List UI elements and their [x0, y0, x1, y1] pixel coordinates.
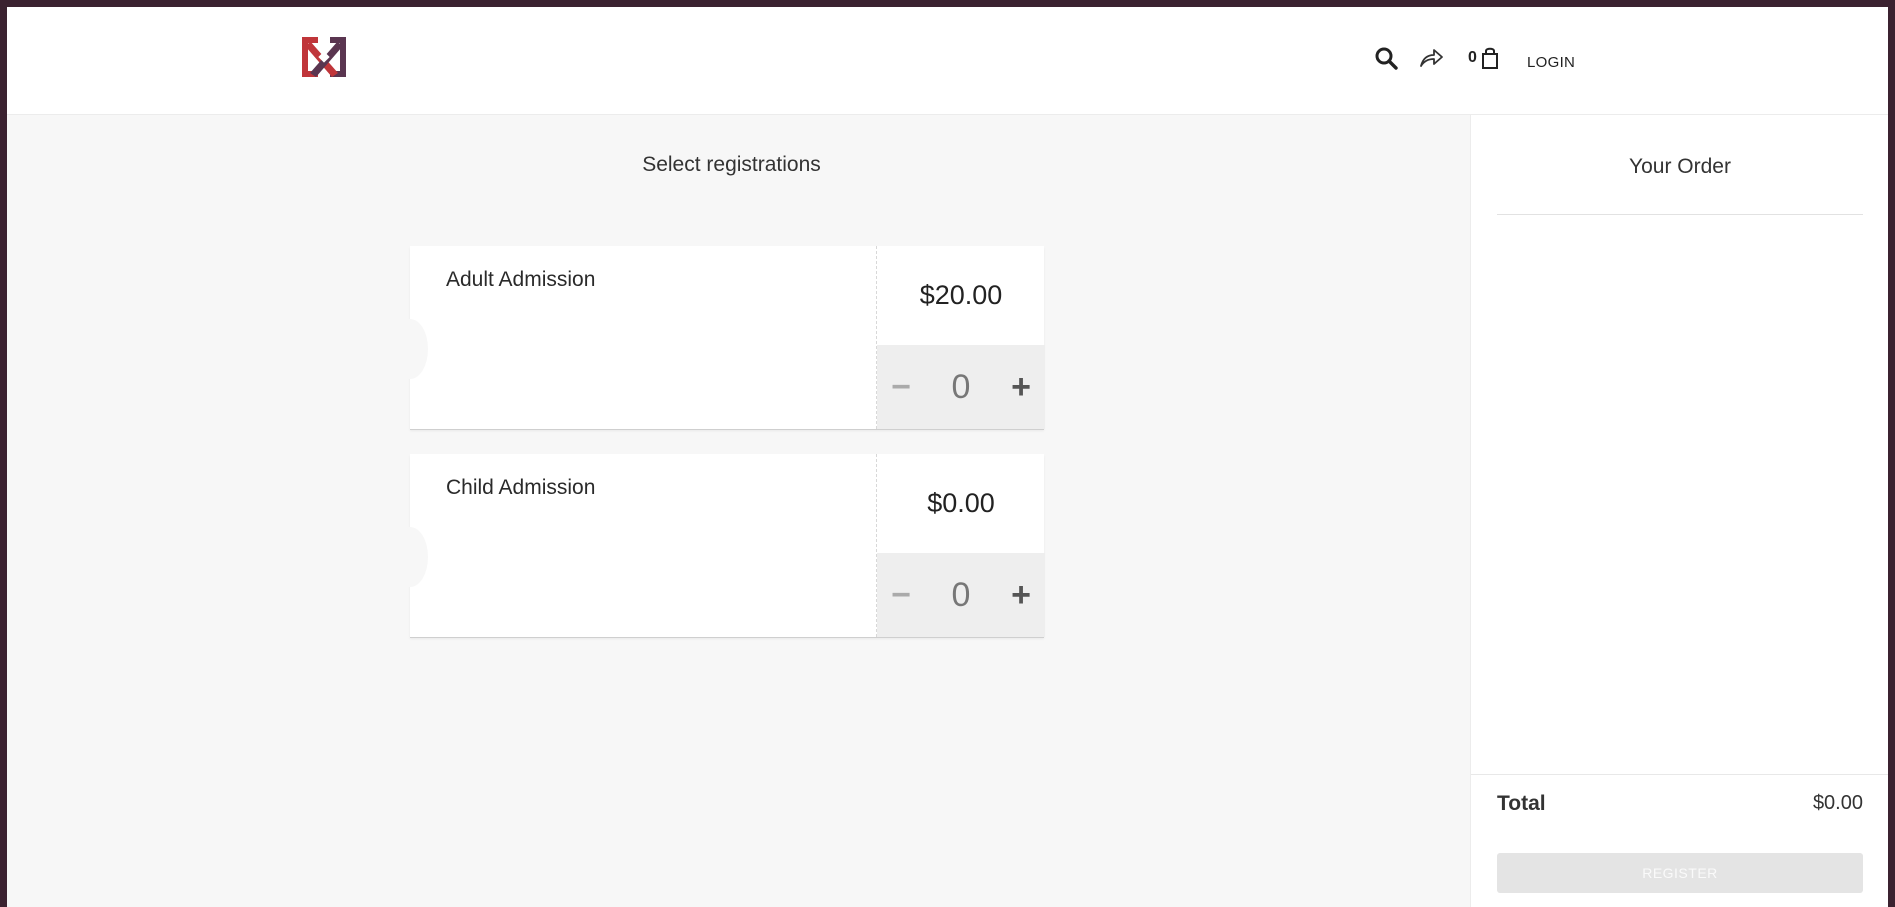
share-icon[interactable] [1418, 45, 1444, 71]
ticket-card-adult: Adult Admission $20.00 − 0 + [392, 246, 1045, 429]
shopping-bag-icon [1481, 47, 1498, 69]
search-icon[interactable] [1373, 45, 1399, 71]
ticket-name: Adult Admission [446, 268, 596, 291]
order-title: Your Order [1629, 155, 1731, 178]
increment-button[interactable]: + [1001, 365, 1041, 409]
order-divider [1497, 214, 1863, 215]
decrement-button[interactable]: − [881, 573, 921, 617]
decrement-button[interactable]: − [881, 365, 921, 409]
page-title: Select registrations [642, 153, 821, 176]
ticket-price-panel: $0.00 − 0 + [876, 454, 1045, 637]
cart-count: 0 [1468, 49, 1477, 66]
ticket-price-panel: $20.00 − 0 + [876, 246, 1045, 429]
quantity-value[interactable]: 0 [921, 573, 1001, 617]
order-panel: Your Order Total $0.00 REGISTER [1470, 115, 1888, 907]
ticket-notch [392, 527, 428, 587]
login-link[interactable]: LOGIN [1527, 54, 1575, 71]
page-frame: 0 LOGIN Select registrations Adult Admis… [0, 0, 1895, 907]
register-button[interactable]: REGISTER [1497, 853, 1863, 893]
quantity-stepper: − 0 + [877, 345, 1045, 429]
quantity-stepper: − 0 + [877, 553, 1045, 637]
quantity-value[interactable]: 0 [921, 365, 1001, 409]
site-header: 0 LOGIN [7, 7, 1888, 115]
order-footer-divider [1471, 774, 1888, 775]
cart-button[interactable]: 0 [1468, 43, 1499, 73]
total-value: $0.00 [1812, 792, 1863, 814]
ticket-price: $20.00 [919, 280, 1003, 310]
total-label: Total [1497, 792, 1546, 815]
ticket-notch [392, 319, 428, 379]
registration-area: Select registrations Adult Admission $20… [7, 115, 1470, 907]
ticket-price: $0.00 [927, 488, 995, 518]
increment-button[interactable]: + [1001, 573, 1041, 617]
brand-logo[interactable] [298, 33, 350, 81]
ticket-card-child: Child Admission $0.00 − 0 + [392, 454, 1045, 637]
ticket-name: Child Admission [446, 476, 596, 499]
